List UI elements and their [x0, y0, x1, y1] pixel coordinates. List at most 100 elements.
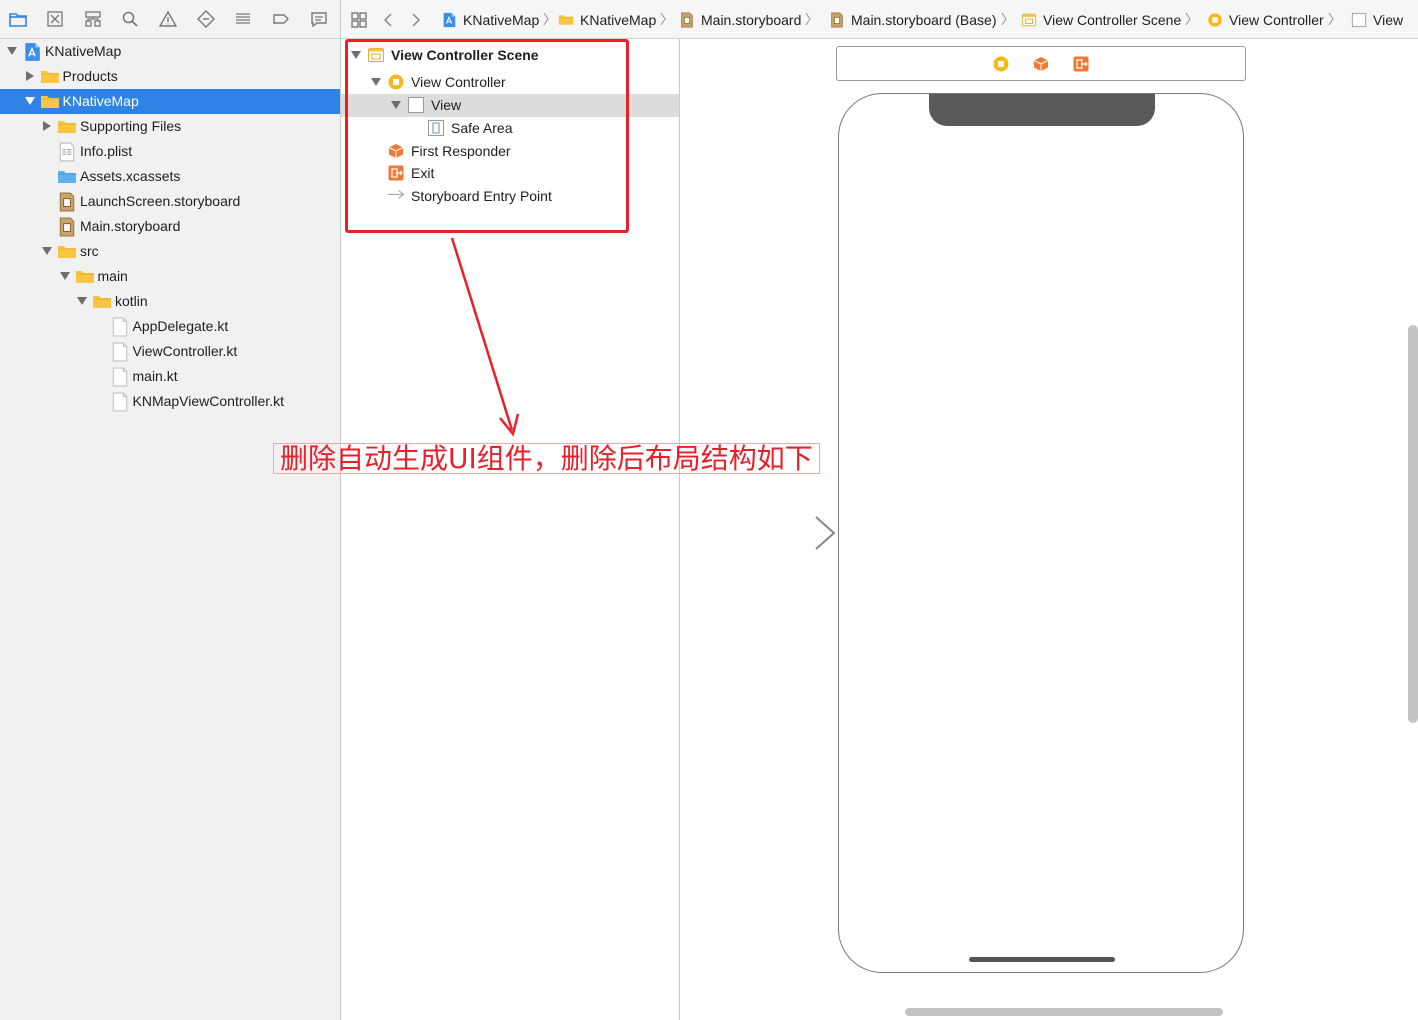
disclosure-open-icon[interactable] — [24, 95, 36, 107]
project-navigator: KNativeMap Products KNativeMap Supporting F… — [0, 0, 341, 1020]
navigator-item-label: KNativeMap — [62, 93, 139, 109]
folder-icon — [92, 292, 112, 310]
folder-icon — [57, 242, 77, 260]
outline-item-label: View Controller Scene — [391, 47, 539, 63]
navigator-item-assets-xcassets[interactable]: Assets.xcassets — [0, 164, 340, 189]
symbol-navigator-icon[interactable] — [82, 8, 104, 30]
scene-dock — [836, 46, 1246, 81]
disclosure-open-icon[interactable] — [59, 270, 71, 282]
folder-navigator-icon[interactable] — [7, 8, 29, 30]
breadcrumb-separator-icon — [1000, 10, 1008, 31]
folder-icon — [40, 67, 60, 85]
outline-item-label: Storyboard Entry Point — [411, 188, 552, 204]
outline-item-view[interactable]: View — [341, 94, 679, 117]
disclosure-closed-icon[interactable] — [24, 70, 36, 82]
disclosure-open-icon[interactable] — [350, 49, 362, 61]
back-chevron-icon[interactable] — [381, 10, 395, 30]
breakpoint-navigator-icon[interactable] — [270, 8, 292, 30]
project-icon — [22, 42, 42, 61]
document-outline: View Controller Scene View Controller View… — [341, 39, 680, 1020]
first-responder-icon — [387, 142, 405, 160]
iphone-view-frame[interactable] — [838, 93, 1244, 973]
related-items-icon[interactable] — [350, 10, 368, 30]
navigator-item-label: Info.plist — [80, 143, 133, 159]
navigator-item-kotlin[interactable]: kotlin — [0, 289, 340, 314]
exit-icon[interactable] — [1072, 55, 1090, 73]
view-icon — [407, 96, 425, 114]
debug-navigator-icon[interactable] — [232, 8, 254, 30]
breadcrumb-label: KNativeMap — [580, 12, 657, 28]
forward-chevron-icon[interactable] — [409, 10, 423, 30]
navigator-item-main-storyboard[interactable]: Main.storyboard — [0, 214, 340, 239]
scene-icon — [367, 46, 385, 64]
storyboard-icon — [57, 217, 77, 237]
outline-item-label: First Responder — [411, 143, 511, 159]
disclosure-open-icon[interactable] — [370, 76, 382, 88]
navigator-item-label: Products — [62, 68, 118, 84]
first-responder-icon[interactable] — [1032, 55, 1050, 73]
warning-icon[interactable] — [157, 8, 179, 30]
disclosure-open-icon[interactable] — [6, 45, 18, 57]
breadcrumb-separator-icon — [542, 10, 550, 31]
navigator-item-knativemap-selected[interactable]: KNativeMap — [0, 89, 340, 114]
outline-item-label: View — [431, 97, 462, 113]
entry-arrow-icon — [387, 187, 405, 205]
breadcrumb-main-storyboard[interactable]: Main.storyboard — [679, 10, 801, 30]
navigator-item-supporting-files[interactable]: Supporting Files — [0, 114, 340, 139]
outline-item-view-controller-scene[interactable]: View Controller Scene — [341, 44, 679, 67]
breadcrumb-label: View Controller — [1229, 12, 1324, 28]
navigator-item-label: main.kt — [132, 368, 178, 384]
breadcrumb-main-storyboard-base[interactable]: Main.storyboard (Base) — [829, 10, 997, 30]
outline-item-first-responder[interactable]: First Responder — [341, 140, 679, 163]
breadcrumb-separator-icon — [1184, 10, 1192, 31]
navigator-item-main[interactable]: main — [0, 264, 340, 289]
outline-item-label: Exit — [411, 165, 435, 181]
navigator-item-appdelegate-kt[interactable]: AppDelegate.kt — [0, 314, 340, 339]
disclosure-closed-icon[interactable] — [41, 120, 53, 132]
outline-item-view-controller[interactable]: View Controller — [341, 71, 679, 94]
test-navigator-icon[interactable] — [195, 8, 217, 30]
navigator-item-products[interactable]: Products — [0, 64, 340, 89]
breadcrumb-label: View Controller Scene — [1043, 12, 1182, 28]
folder-icon — [75, 267, 95, 285]
navigator-item-knativemap[interactable]: KNativeMap — [0, 39, 340, 64]
outline-item-label: View Controller — [411, 74, 506, 90]
navigator-item-label: KNMapViewController.kt — [132, 393, 284, 409]
navigator-item-info-plist[interactable]: Info.plist — [0, 139, 340, 164]
storyboard-entry-arrow[interactable] — [730, 513, 840, 553]
jump-bar: KNativeMap KNativeMap Main.storyboard Main.… — [341, 0, 1418, 39]
vertical-scrollbar[interactable] — [1408, 325, 1418, 723]
folder-icon — [40, 92, 60, 110]
horizontal-scrollbar[interactable] — [905, 1008, 1223, 1016]
outline-item-safe-area[interactable]: Safe Area — [341, 117, 679, 140]
report-navigator-icon[interactable] — [308, 8, 330, 30]
breadcrumb-view[interactable]: View — [1351, 10, 1403, 30]
outline-item-exit[interactable]: Exit — [341, 162, 679, 185]
breadcrumb-label: View — [1373, 12, 1404, 28]
breadcrumb-knativemap[interactable]: KNativeMap — [558, 10, 656, 30]
folder-icon — [558, 12, 574, 28]
storyboard-icon — [829, 12, 845, 28]
source-control-icon[interactable] — [44, 8, 66, 30]
storyboard-canvas[interactable] — [680, 39, 1418, 1020]
disclosure-open-icon[interactable] — [390, 99, 402, 111]
breadcrumb-knativemap[interactable]: KNativeMap — [441, 10, 539, 30]
view-controller-icon[interactable] — [992, 55, 1010, 73]
project-icon — [441, 12, 457, 28]
disclosure-open-icon[interactable] — [76, 295, 88, 307]
disclosure-open-icon[interactable] — [41, 245, 53, 257]
breadcrumb-separator-icon — [659, 10, 667, 31]
exit-icon — [387, 164, 405, 182]
file-icon — [110, 317, 130, 337]
navigator-item-label: Supporting Files — [80, 118, 182, 134]
breadcrumb-view-controller-scene[interactable]: View Controller Scene — [1021, 10, 1181, 30]
navigator-item-main-kt[interactable]: main.kt — [0, 364, 340, 389]
navigator-item-launchscreen-storyboard[interactable]: LaunchScreen.storyboard — [0, 189, 340, 214]
navigator-item-src[interactable]: src — [0, 239, 340, 264]
navigator-item-viewcontroller-kt[interactable]: ViewController.kt — [0, 339, 340, 364]
search-icon[interactable] — [119, 8, 141, 30]
navigator-item-knmapviewcontroller-kt[interactable]: KNMapViewController.kt — [0, 389, 340, 414]
view-controller-icon — [1207, 12, 1223, 28]
outline-item-storyboard-entry-point[interactable]: Storyboard Entry Point — [341, 185, 679, 208]
breadcrumb-view-controller[interactable]: View Controller — [1207, 10, 1324, 30]
